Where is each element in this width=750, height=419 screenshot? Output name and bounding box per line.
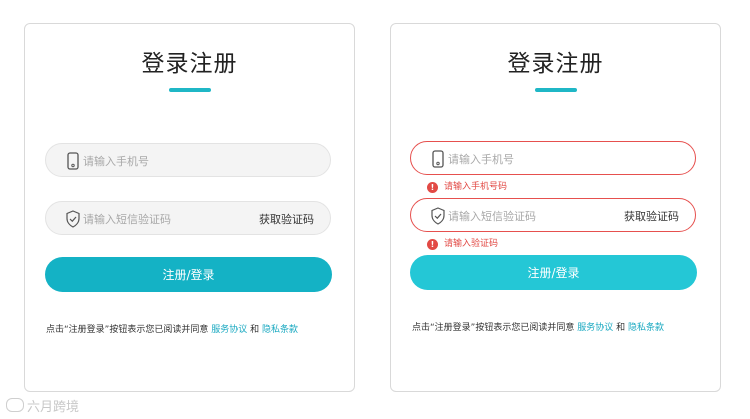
card-title: 登录注册	[507, 51, 604, 77]
agreement-text: 点击“注册登录”按钮表示您已阅读并同意 服务协议 和 隐私条款	[46, 322, 298, 335]
service-agreement-link[interactable]: 服务协议	[211, 325, 247, 335]
shield-check-icon	[431, 207, 445, 225]
card-title: 登录注册	[141, 51, 238, 77]
register-login-button[interactable]: 注册/登录	[410, 255, 697, 290]
privacy-policy-link[interactable]: 隐私条款	[262, 325, 298, 335]
phone-icon	[67, 152, 79, 170]
agreement-text: 点击“注册登录”按钮表示您已阅读并同意 服务协议 和 隐私条款	[412, 320, 664, 333]
get-code-button[interactable]: 获取验证码	[624, 208, 679, 224]
watermark: 六月跨境	[6, 396, 79, 415]
phone-icon	[432, 150, 444, 168]
error-icon: !	[427, 182, 438, 193]
phone-error-text: 请输入手机号码	[444, 182, 508, 192]
code-placeholder: 请输入短信验证码	[448, 210, 536, 223]
error-icon: !	[427, 239, 438, 250]
title-underline	[168, 88, 211, 92]
code-error-message: ! 请输入验证码	[427, 236, 498, 250]
agree-prefix: 点击“注册登录”按钮表示您已阅读并同意	[46, 325, 209, 335]
sms-code-input[interactable]: 请输入短信验证码 获取验证码	[410, 198, 696, 232]
watermark-text: 六月跨境	[27, 400, 80, 415]
get-code-button[interactable]: 获取验证码	[259, 211, 314, 227]
watermark-logo-icon	[6, 398, 24, 412]
sms-code-input[interactable]: 请输入短信验证码 获取验证码	[45, 201, 331, 235]
login-card-default: 登录注册 请输入手机号 请输入短信验证码 获取验证码 注册/登录 点击“注册登录…	[24, 23, 355, 392]
service-agreement-link[interactable]: 服务协议	[577, 323, 613, 333]
login-card-error: 登录注册 请输入手机号 ! 请输入手机号码 请输入短信验证码 获取验证码 ! 请输入…	[390, 23, 721, 392]
code-error-text: 请输入验证码	[444, 239, 499, 249]
shield-check-icon	[66, 210, 80, 228]
code-placeholder: 请输入短信验证码	[83, 213, 171, 226]
phone-input[interactable]: 请输入手机号	[45, 143, 331, 177]
and-text: 和	[616, 323, 626, 333]
phone-input[interactable]: 请输入手机号	[410, 141, 696, 175]
phone-placeholder: 请输入手机号	[448, 153, 514, 166]
phone-error-message: ! 请输入手机号码	[427, 179, 507, 193]
phone-placeholder: 请输入手机号	[83, 155, 149, 168]
register-login-button[interactable]: 注册/登录	[45, 257, 332, 292]
title-underline	[534, 88, 577, 92]
and-text: 和	[250, 325, 260, 335]
agree-prefix: 点击“注册登录”按钮表示您已阅读并同意	[412, 323, 575, 333]
privacy-policy-link[interactable]: 隐私条款	[628, 323, 664, 333]
